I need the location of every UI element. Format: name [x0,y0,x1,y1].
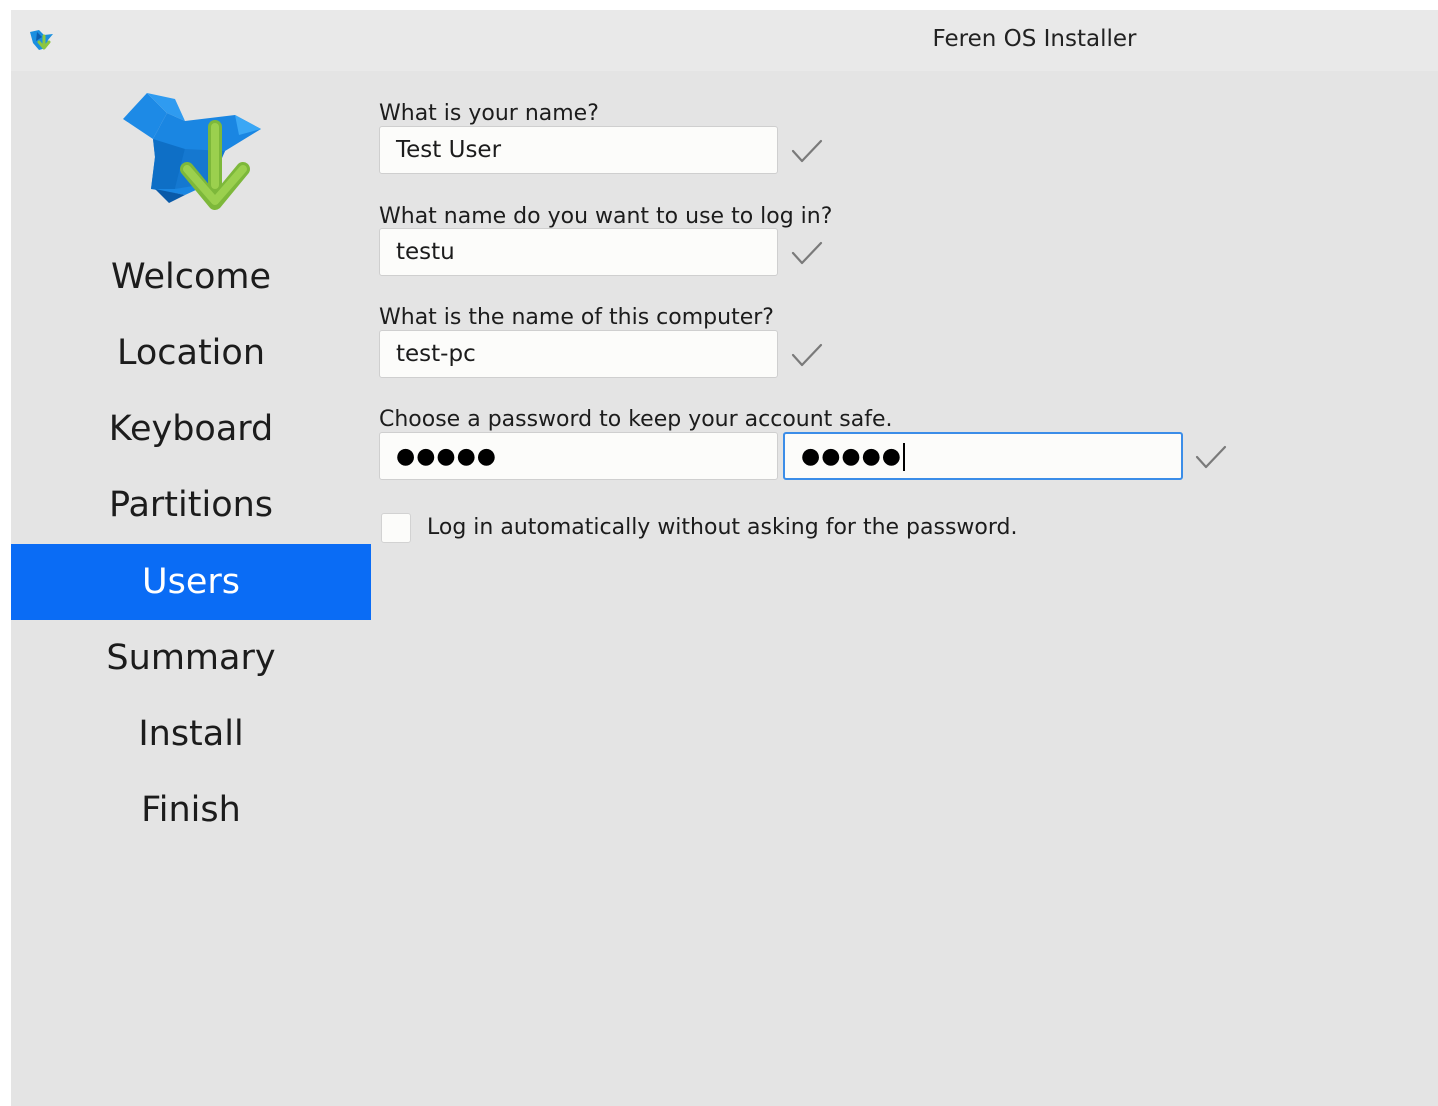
check-icon [791,343,823,367]
check-icon [791,139,823,163]
login-name-label: What name do you want to use to log in? [379,204,833,229]
installer-window: Feren OS Installer Welcome Location Keyb… [11,10,1438,1106]
sidebar-item-users[interactable]: Users [11,544,371,620]
autologin-checkbox[interactable] [381,513,411,543]
sidebar-item-welcome[interactable]: Welcome [11,239,371,315]
autologin-label[interactable]: Log in automatically without asking for … [427,515,1018,540]
full-name-label: What is your name? [379,101,599,126]
password-input[interactable]: ●●●●● [379,432,778,480]
sidebar-item-keyboard[interactable]: Keyboard [11,391,371,467]
sidebar-item-partitions[interactable]: Partitions [11,467,371,543]
login-name-input[interactable]: testu [379,228,778,276]
sidebar-item-finish[interactable]: Finish [11,772,371,848]
password-confirm-mask: ●●●●● [801,444,902,469]
sidebar-item-location[interactable]: Location [11,315,371,391]
computer-name-label: What is the name of this computer? [379,305,774,330]
users-page: What is your name? Test User What name d… [379,71,1438,1106]
sidebar: Welcome Location Keyboard Partitions Use… [11,71,371,1106]
sidebar-item-summary[interactable]: Summary [11,620,371,696]
computer-name-input[interactable]: test-pc [379,330,778,378]
title-bar[interactable]: Feren OS Installer [11,10,1438,71]
sidebar-item-install[interactable]: Install [11,696,371,772]
full-name-input[interactable]: Test User [379,126,778,174]
window-title: Feren OS Installer [932,26,1137,52]
password-mask: ●●●●● [396,444,497,469]
installer-logo-icon [123,93,261,210]
password-confirm-input[interactable]: ●●●●● [783,432,1183,480]
password-label: Choose a password to keep your account s… [379,407,893,432]
check-icon [791,241,823,265]
text-cursor [902,442,905,471]
check-icon [1195,445,1227,469]
